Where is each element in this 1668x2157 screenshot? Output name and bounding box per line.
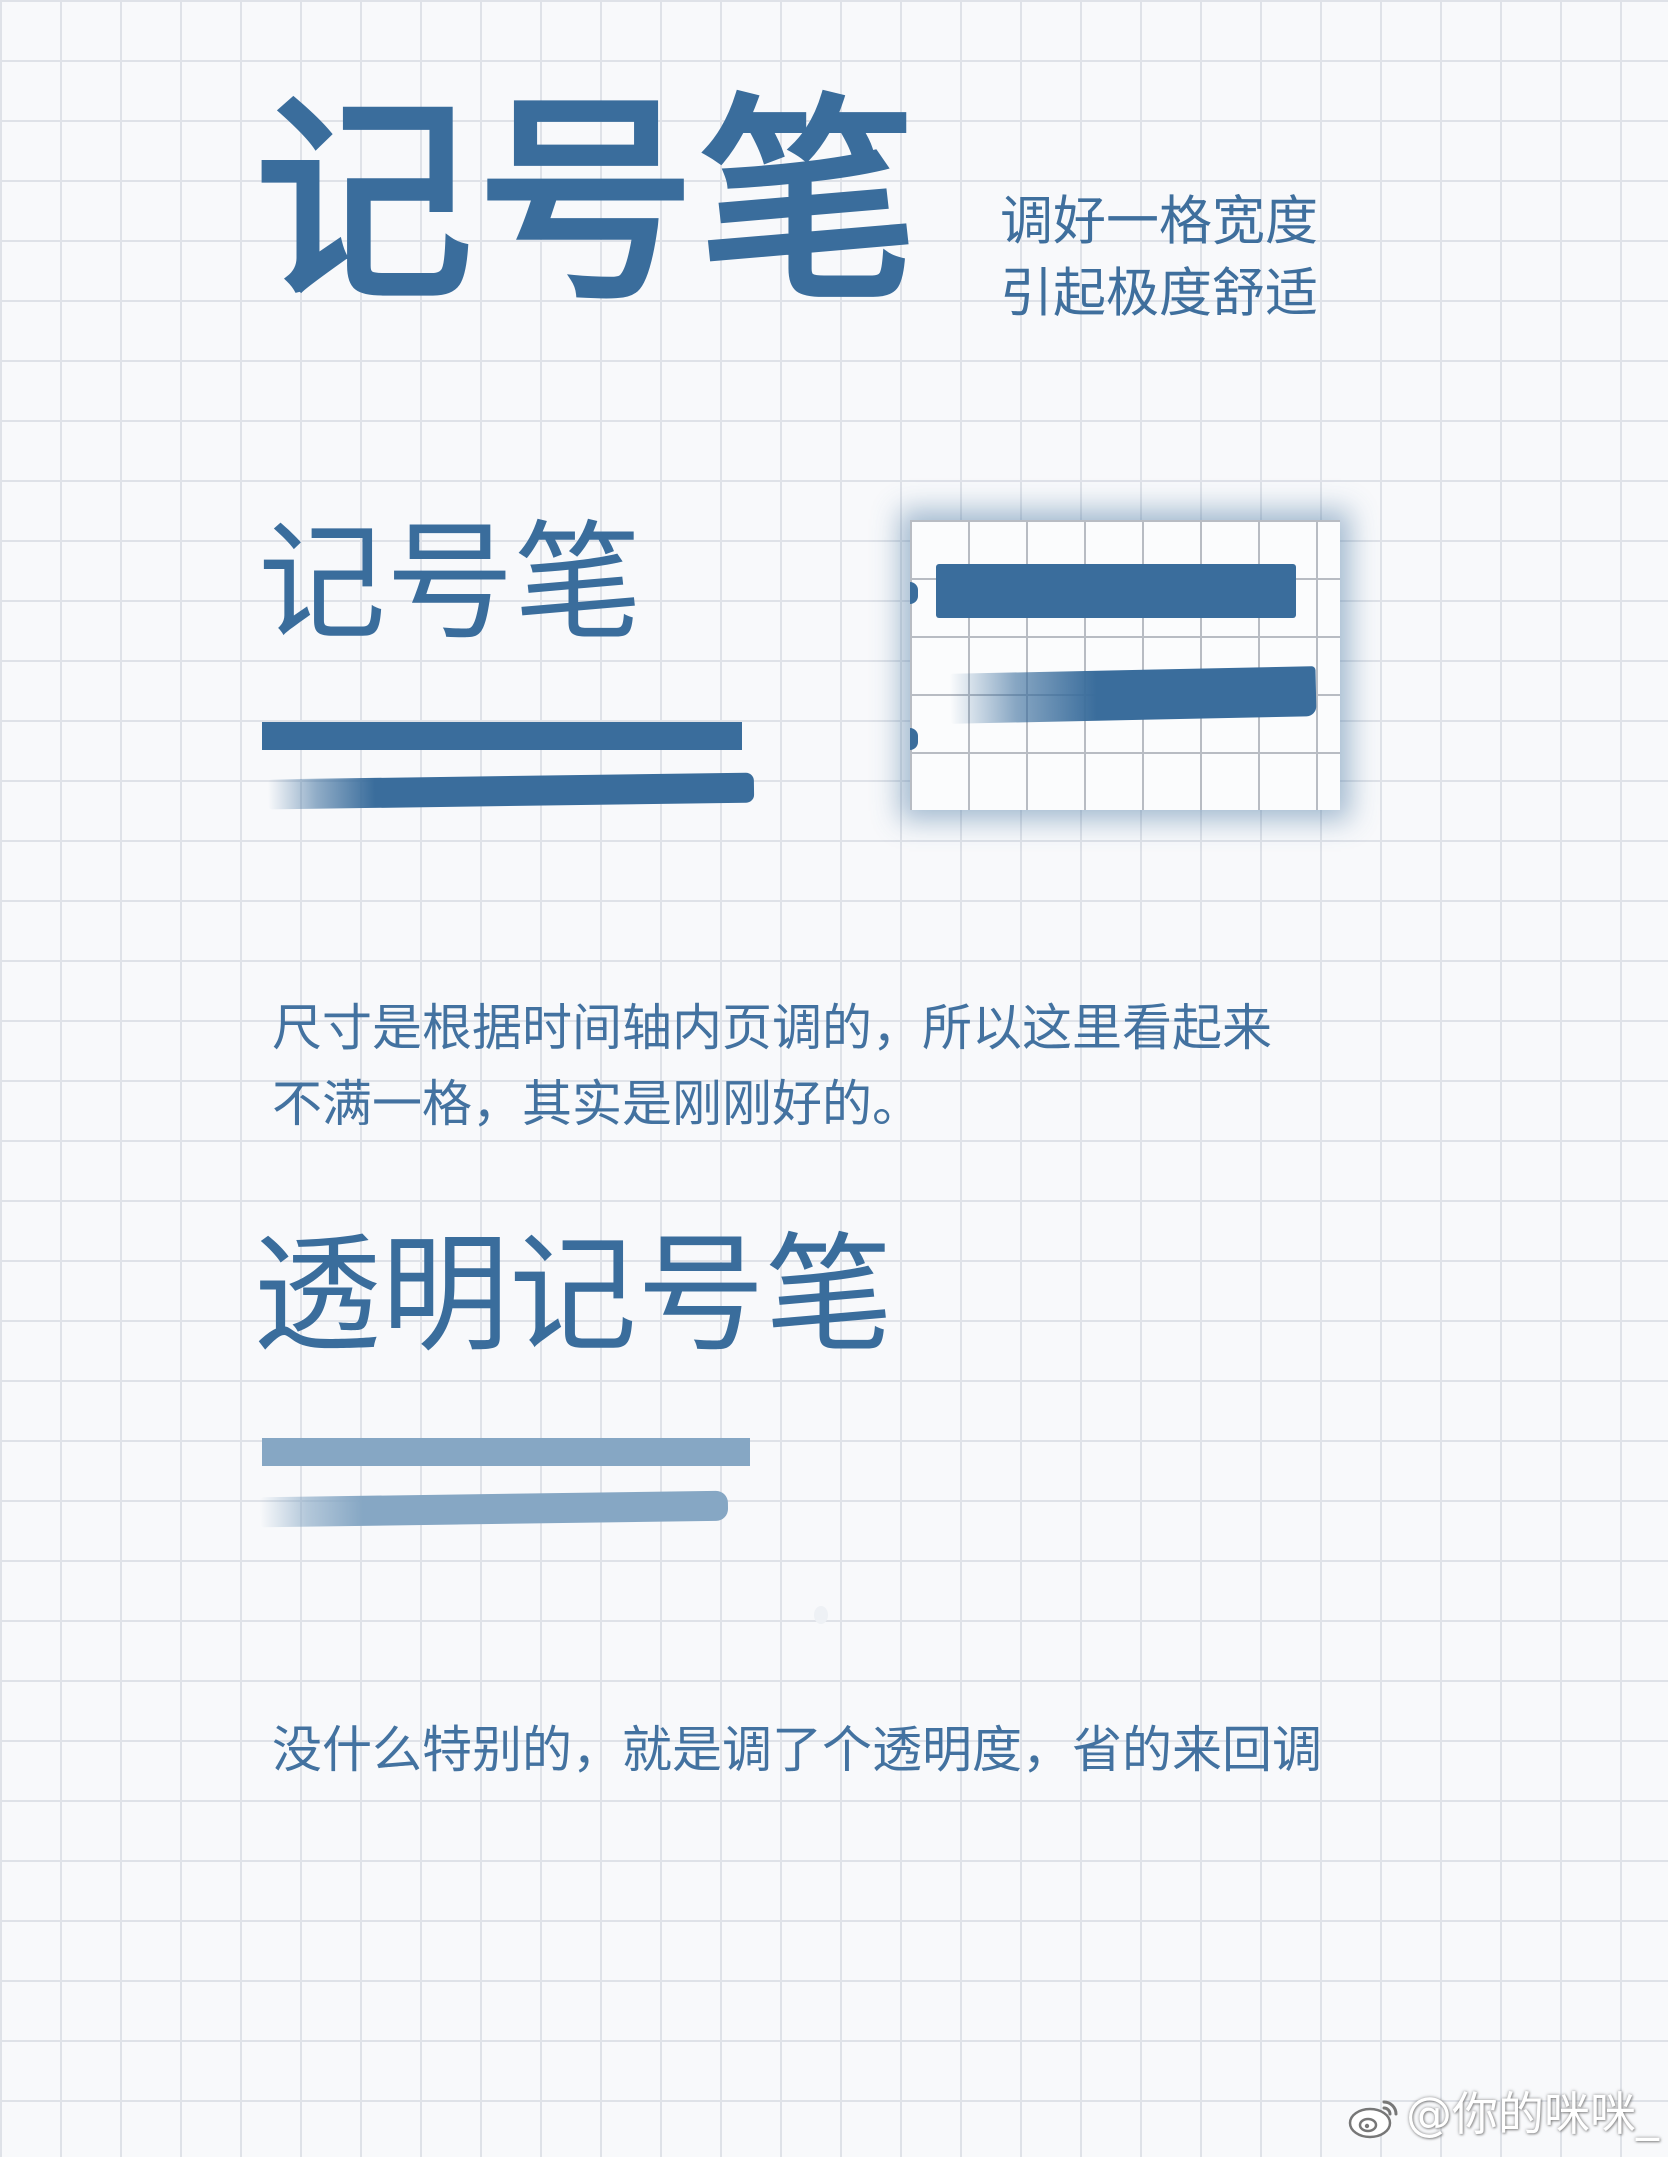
- subtitle-line-2: 引起极度舒适: [1000, 263, 1318, 324]
- transparent-marker-section-title: 透明记号笔: [253, 1221, 894, 1370]
- notebook-ring-mark: [910, 728, 918, 750]
- notebook-ring-mark: [910, 582, 918, 604]
- watermark-handle: @你的咪咪_: [1406, 2087, 1659, 2141]
- marker-caption-line-1: 尺寸是根据时间轴内页调的，所以这里看起来: [272, 999, 1272, 1057]
- grid-notebook-preview: [910, 520, 1340, 810]
- marker-brush-stroke-sample: [267, 772, 755, 810]
- transparent-marker-caption: 没什么特别的，就是调了个透明度，省的来回调: [272, 1721, 1322, 1779]
- transparent-brush-stroke-sample: [259, 1490, 729, 1528]
- marker-straight-stroke-sample: [262, 722, 742, 750]
- page-title: 记号笔: [255, 77, 921, 330]
- page-subtitle: 调好一格宽度 引起极度舒适: [1000, 186, 1318, 330]
- weibo-icon: [1348, 2100, 1398, 2138]
- preview-brush-stroke: [949, 666, 1317, 724]
- marker-section-title: 记号笔: [258, 509, 643, 658]
- preview-straight-stroke: [936, 564, 1296, 618]
- transparent-straight-stroke-sample: [262, 1438, 750, 1466]
- marker-caption-line-2: 不满一格，其实是刚刚好的。: [272, 1075, 922, 1133]
- stray-mark: [814, 1606, 828, 1624]
- marker-caption: 尺寸是根据时间轴内页调的，所以这里看起来 不满一格，其实是刚刚好的。: [272, 990, 1272, 1142]
- subtitle-line-1: 调好一格宽度: [1000, 191, 1318, 252]
- watermark: @你的咪咪_: [1346, 2086, 1659, 2142]
